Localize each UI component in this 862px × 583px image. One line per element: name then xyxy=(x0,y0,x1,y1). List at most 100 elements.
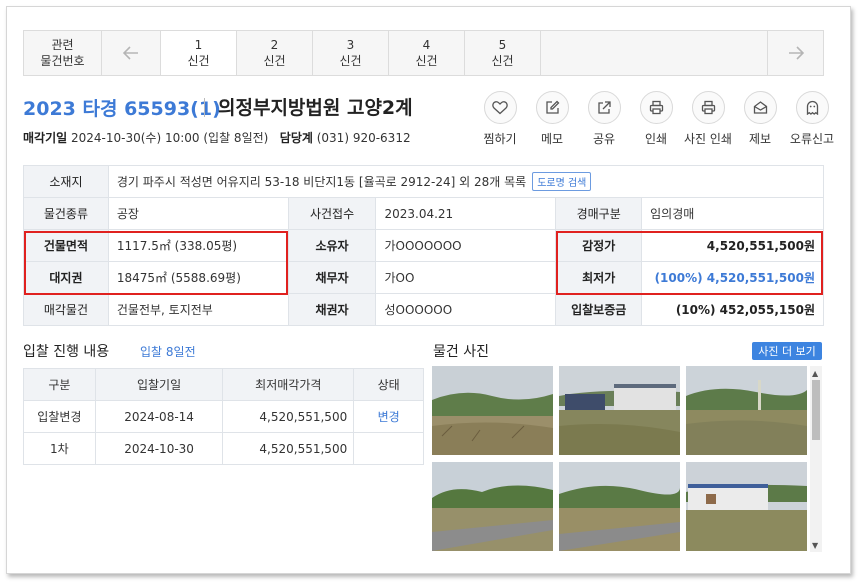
bidding-col-price: 최저매각가격 xyxy=(222,368,355,401)
property-photo[interactable] xyxy=(559,366,680,455)
table-row: 입찰변경 2024-08-14 4,520,551,500 변경 xyxy=(23,400,424,433)
auction-type-label: 경매구분 xyxy=(555,197,643,230)
tab-label: 신건 xyxy=(187,54,210,68)
error-report-button[interactable]: 오류신고 xyxy=(786,91,838,147)
arrow-right-icon[interactable] xyxy=(767,31,823,75)
creditor-value: 성OOOOOO xyxy=(375,293,557,326)
tab-item-2[interactable]: 2 신건 xyxy=(237,31,313,75)
tab-number: 3 xyxy=(346,38,355,52)
tab-item-5[interactable]: 5 신건 xyxy=(465,31,541,75)
tab-number: 1 xyxy=(194,38,203,52)
debtor-label: 채무자 xyxy=(287,261,377,294)
location-cell: 경기 파주시 적성면 어유지리 53-18 비단지1동 [율곡로 2912-24… xyxy=(107,165,825,198)
case-number: 2023 타경 65593(1) xyxy=(23,98,221,120)
photo-print-button[interactable]: 사진 인쇄 xyxy=(682,91,734,147)
sale-date-line: 매각기일 2024-10-30(수) 10:00 (입찰 8일전) 담당계 (0… xyxy=(23,129,411,146)
owner-value: 가OOOOOOO xyxy=(375,229,557,262)
tab-label: 신건 xyxy=(263,54,286,68)
property-photo[interactable] xyxy=(432,366,553,455)
photos-title: 물건 사진 xyxy=(433,344,489,360)
bidding-col-date: 입찰기일 xyxy=(94,368,224,401)
tab-number: 2 xyxy=(270,38,279,52)
error-report-label: 오류신고 xyxy=(789,132,835,146)
related-label-line2: 물건번호 xyxy=(40,54,85,68)
filed-value: 2023.04.21 xyxy=(375,197,557,230)
print-label: 인쇄 xyxy=(644,132,668,146)
tab-label: 신건 xyxy=(415,54,438,68)
title-divider xyxy=(204,98,205,117)
debtor-value: 가OO xyxy=(375,261,557,294)
location-value: 경기 파주시 적성면 어유지리 53-18 비단지1동 [율곡로 2912-24… xyxy=(116,175,527,189)
more-photos-button[interactable]: 사진 더 보기 xyxy=(752,342,822,360)
dept-phone: (031) 920-6312 xyxy=(316,131,411,145)
tab-number: 5 xyxy=(498,38,507,52)
bidding-date: 2024-10-30 xyxy=(94,432,224,465)
printer-icon xyxy=(691,91,725,124)
bidding-col-status: 상태 xyxy=(353,368,424,401)
heart-icon xyxy=(483,91,517,124)
location-label: 소재지 xyxy=(23,165,109,198)
auction-type-value: 임의경매 xyxy=(641,197,824,230)
tab-number: 4 xyxy=(422,38,431,52)
favorite-label: 찜하기 xyxy=(483,132,517,146)
sale-date-label: 매각기일 xyxy=(23,131,68,145)
scroll-up-icon[interactable]: ▲ xyxy=(812,369,818,378)
property-photo[interactable] xyxy=(432,462,553,551)
sale-items-value: 건물전부, 토지전부 xyxy=(107,293,289,326)
memo-button[interactable]: 메모 xyxy=(526,91,578,147)
property-photo[interactable] xyxy=(686,462,807,551)
arrow-left-icon[interactable] xyxy=(102,31,161,75)
memo-label: 메모 xyxy=(540,132,564,146)
related-items-button[interactable]: 관련 물건번호 xyxy=(24,31,102,75)
scrollbar-thumb[interactable] xyxy=(812,380,820,440)
property-photo[interactable] xyxy=(559,462,680,551)
bidding-price: 4,520,551,500 xyxy=(222,432,355,465)
tab-label: 신건 xyxy=(339,54,362,68)
scroll-down-icon[interactable]: ▼ xyxy=(812,541,818,550)
tab-item-4[interactable]: 4 신건 xyxy=(389,31,465,75)
bidding-kind: 1차 xyxy=(23,432,96,465)
share-button[interactable]: 공유 xyxy=(578,91,630,147)
sale-date-value: 2024-10-30(수) 10:00 (입찰 8일전) xyxy=(71,131,269,145)
print-button[interactable]: 인쇄 xyxy=(630,91,682,147)
bidding-status xyxy=(353,432,424,465)
bidding-kind: 입찰변경 xyxy=(23,400,96,433)
deposit-label: 입찰보증금 xyxy=(555,293,643,326)
ghost-icon xyxy=(795,91,829,124)
bidding-title: 입찰 진행 내용 xyxy=(23,344,110,360)
share-icon xyxy=(587,91,621,124)
creditor-label: 채권자 xyxy=(287,293,377,326)
envelope-icon xyxy=(743,91,777,124)
action-toolbar: 찜하기 메모 공유 인쇄 사진 인쇄 제보 오류신고 xyxy=(474,91,838,147)
filed-label: 사건접수 xyxy=(287,197,377,230)
type-value: 공장 xyxy=(107,197,289,230)
property-photo[interactable] xyxy=(686,366,807,455)
bidding-countdown: 입찰 8일전 xyxy=(140,345,196,359)
bidding-col-kind: 구분 xyxy=(23,368,96,401)
owner-label: 소유자 xyxy=(287,229,377,262)
related-label-line1: 관련 xyxy=(51,38,74,52)
deposit-value: (10%) 452,055,150원 xyxy=(641,293,824,326)
table-row: 1차 2024-10-30 4,520,551,500 xyxy=(23,432,424,465)
dept-label: 담당계 xyxy=(279,131,313,145)
tab-item-1[interactable]: 1 신건 xyxy=(161,31,237,75)
favorite-button[interactable]: 찜하기 xyxy=(474,91,526,147)
area-highlight-box xyxy=(24,231,288,295)
report-label: 제보 xyxy=(748,132,772,146)
type-label: 물건종류 xyxy=(23,197,109,230)
share-label: 공유 xyxy=(592,132,616,146)
bidding-date: 2024-08-14 xyxy=(94,400,224,433)
tab-item-3[interactable]: 3 신건 xyxy=(313,31,389,75)
printer-icon xyxy=(639,91,673,124)
item-tab-strip: 관련 물건번호 1 신건 2 신건 3 신건 4 신건 5 신건 xyxy=(23,30,824,76)
sale-items-label: 매각물건 xyxy=(23,293,109,326)
price-highlight-box xyxy=(556,231,823,295)
photo-scrollbar[interactable]: ▲ ▼ xyxy=(810,366,822,552)
report-button[interactable]: 제보 xyxy=(734,91,786,147)
bidding-status-link[interactable]: 변경 xyxy=(353,400,424,433)
court-name: 의정부지방법원 고양2계 xyxy=(218,97,413,119)
photo-print-label: 사진 인쇄 xyxy=(684,132,732,146)
road-search-button[interactable]: 도로명 검색 xyxy=(532,172,592,191)
tab-label: 신건 xyxy=(491,54,514,68)
edit-icon xyxy=(535,91,569,124)
